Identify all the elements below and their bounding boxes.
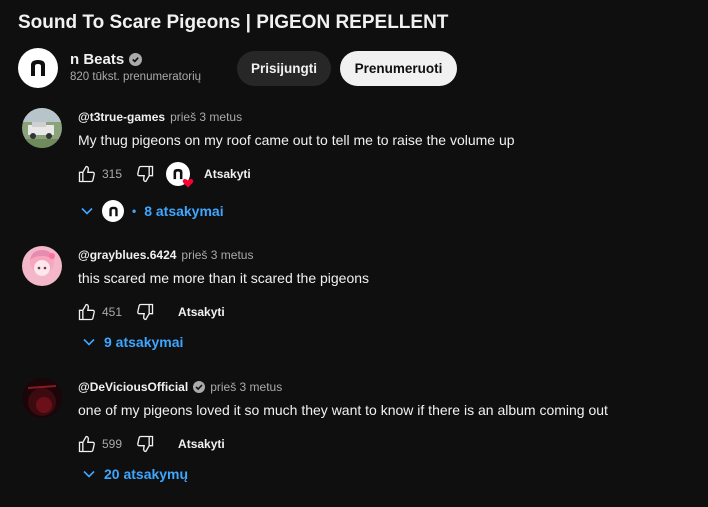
youtube-page: Sound To Scare Pigeons | PIGEON REPELLEN… (0, 0, 708, 507)
verified-icon (129, 53, 143, 66)
comment-time[interactable]: prieš 3 metus (181, 248, 253, 262)
separator-dot: • (132, 204, 137, 218)
verified-icon (193, 381, 206, 393)
like-count: 315 (102, 167, 123, 181)
like-count: 451 (102, 305, 123, 319)
chevron-down-icon (83, 338, 95, 346)
like-icon[interactable] (76, 163, 98, 185)
dislike-icon[interactable] (134, 163, 156, 185)
channel-name[interactable]: n Beats (70, 51, 143, 68)
comment-header: @DeViciousOfficial prieš 3 metus (78, 380, 282, 394)
comment-text: one of my pigeons loved it so much they … (78, 402, 608, 418)
show-replies-button[interactable]: 20 atsakymų (82, 466, 188, 482)
comment-item: @t3true-games prieš 3 metus My thug pige… (22, 108, 692, 222)
replies-count[interactable]: 8 atsakymai (144, 203, 223, 219)
reply-button[interactable]: Atsakyti (178, 437, 225, 451)
creator-reply-avatar (102, 200, 124, 222)
creator-heart-badge (166, 162, 194, 188)
replies-count[interactable]: 20 atsakymų (104, 466, 188, 482)
dislike-icon[interactable] (134, 301, 156, 323)
reply-button[interactable]: Atsakyti (204, 167, 251, 181)
comment-header: @grayblues.6424 prieš 3 metus (78, 248, 253, 262)
comment-text: this scared me more than it scared the p… (78, 270, 370, 286)
comment-author[interactable]: @grayblues.6424 (78, 248, 176, 262)
show-replies-button[interactable]: • 8 atsakymai (80, 200, 224, 222)
comment-author[interactable]: @DeViciousOfficial (78, 380, 188, 394)
video-title: Sound To Scare Pigeons | PIGEON REPELLEN… (18, 12, 449, 33)
channel-row: n Beats 820 tūkst. prenumeratorių Prisij… (18, 48, 698, 88)
comment-actions: 315 Atsakyti (76, 162, 251, 188)
comment-time[interactable]: prieš 3 metus (210, 380, 282, 394)
subscriber-count: 820 tūkst. prenumeratorių (70, 71, 202, 83)
like-icon[interactable] (76, 301, 98, 323)
comment-avatar[interactable] (22, 108, 62, 148)
channel-avatar[interactable] (18, 48, 58, 88)
comment-actions: 599 Atsakyti (76, 432, 225, 456)
comment-avatar[interactable] (22, 246, 62, 286)
comment-text: My thug pigeons on my roof came out to t… (78, 132, 515, 148)
subscribe-button[interactable]: Prenumeruoti (340, 51, 457, 86)
channel-logo-icon (108, 206, 118, 216)
chevron-down-icon (81, 207, 93, 215)
chevron-down-icon (83, 470, 95, 478)
heart-icon (182, 179, 194, 188)
comment-time[interactable]: prieš 3 metus (170, 110, 242, 124)
comment-actions: 451 Atsakyti (76, 300, 225, 324)
like-count: 599 (102, 437, 123, 451)
like-icon[interactable] (76, 433, 98, 455)
dislike-icon[interactable] (134, 433, 156, 455)
comment-header: @t3true-games prieš 3 metus (78, 110, 242, 124)
show-replies-button[interactable]: 9 atsakymai (82, 334, 183, 350)
reply-button[interactable]: Atsakyti (178, 305, 225, 319)
comment-author[interactable]: @t3true-games (78, 110, 165, 124)
join-button[interactable]: Prisijungti (237, 51, 331, 86)
channel-name-text[interactable]: n Beats (70, 51, 124, 68)
channel-logo-icon (31, 60, 45, 76)
comment-item: @grayblues.6424 prieš 3 metus this scare… (22, 246, 692, 356)
comment-item: @DeViciousOfficial prieš 3 metus one of … (22, 378, 692, 488)
comment-avatar[interactable] (22, 378, 62, 418)
replies-count[interactable]: 9 atsakymai (104, 334, 183, 350)
